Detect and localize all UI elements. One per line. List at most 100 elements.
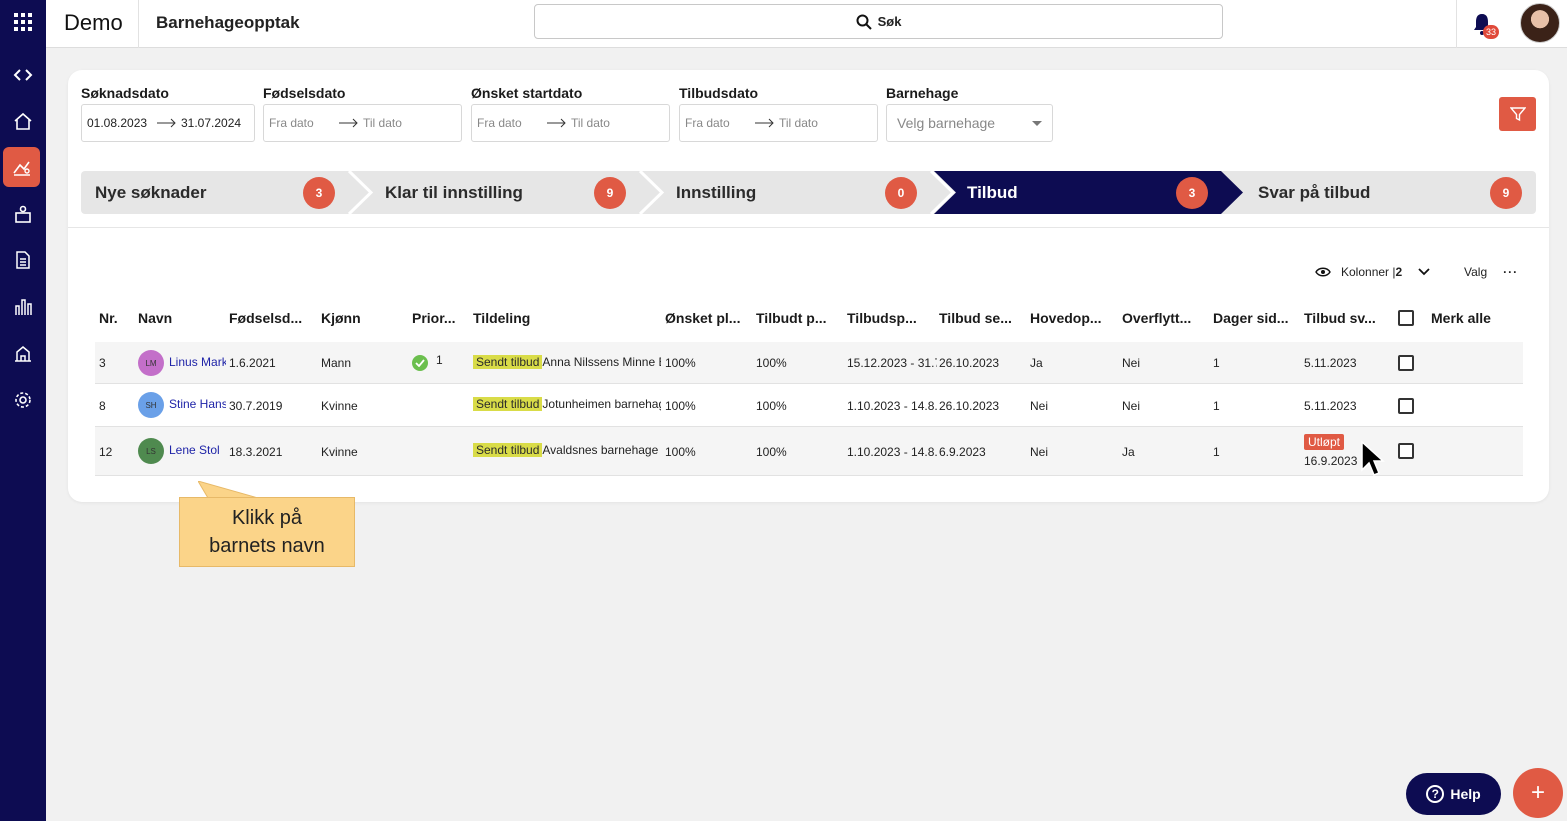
row-checkbox[interactable] xyxy=(1398,398,1414,414)
column-header[interactable]: Hovedop... xyxy=(1030,310,1112,326)
date-range-input[interactable]: Fra dato Til dato xyxy=(263,104,462,142)
options-label: Valg xyxy=(1464,265,1488,279)
search-icon xyxy=(856,14,872,30)
select-all-checkbox[interactable] xyxy=(1398,310,1414,326)
offered-percent: 100% xyxy=(756,445,787,459)
expand-nav-icon[interactable] xyxy=(0,55,46,95)
add-button[interactable]: + xyxy=(1513,768,1563,818)
eye-icon xyxy=(1315,267,1331,277)
filter-label: Ønsket startdato xyxy=(471,85,583,101)
kindergarten-admission-icon[interactable] xyxy=(3,147,40,187)
to-date[interactable]: 31.07.2024 xyxy=(181,116,241,130)
row-checkbox[interactable] xyxy=(1398,443,1414,459)
column-header[interactable]: Tilbudt p... xyxy=(756,310,838,326)
answer-deadline: 16.9.2023 xyxy=(1304,454,1358,468)
transfer: Ja xyxy=(1122,445,1135,459)
offer-period: 1.10.2023 - 14.8.2 xyxy=(847,445,937,459)
column-header[interactable]: Dager sid... xyxy=(1213,310,1295,326)
building-icon[interactable] xyxy=(0,333,46,373)
brand-name: Demo xyxy=(64,10,123,35)
from-date[interactable]: Fra dato xyxy=(685,116,755,130)
statistics-icon[interactable] xyxy=(0,287,46,327)
child-name-link[interactable]: Lene Stol xyxy=(169,443,226,457)
top-bar: Demo Barnehageopptak Søk 33 xyxy=(46,0,1567,48)
step-count-badge: 9 xyxy=(1490,177,1522,209)
child-name-link[interactable]: Stine Hansen xyxy=(169,397,226,411)
search-field[interactable]: Søk xyxy=(534,4,1223,39)
select-placeholder: Velg barnehage xyxy=(897,115,996,131)
offer-period: 1.10.2023 - 14.8.2 xyxy=(847,399,937,413)
column-header[interactable]: Fødselsd... xyxy=(229,310,309,326)
from-date[interactable]: 01.08.2023 xyxy=(87,116,157,130)
step-count-badge: 0 xyxy=(885,177,917,209)
home-icon[interactable] xyxy=(0,101,46,141)
to-date[interactable]: Til dato xyxy=(363,116,402,130)
child-avatar: LS xyxy=(138,438,164,464)
main-card: Søknadsdato 01.08.2023 31.07.2024 Fødsel… xyxy=(68,70,1549,502)
table-row[interactable]: 3 LM Linus Mark 1.6.2021 Mann 1 Sendt ti… xyxy=(95,342,1523,384)
offer-sent: 26.10.2023 xyxy=(939,356,1000,370)
column-header-select-all[interactable]: Merk alle xyxy=(1431,310,1511,326)
mouse-cursor-icon xyxy=(1361,440,1385,476)
left-navigation xyxy=(0,0,46,821)
offered-percent: 100% xyxy=(756,356,787,370)
date-range-input[interactable]: Fra dato Til dato xyxy=(679,104,878,142)
tooltip-callout: Klikk på barnets navn xyxy=(179,497,355,567)
question-icon: ? xyxy=(1426,785,1445,803)
from-date[interactable]: Fra dato xyxy=(477,116,547,130)
expired-badge: Utløpt xyxy=(1304,434,1345,450)
status-tag: Sendt tilbud xyxy=(473,443,543,457)
filter-label: Fødselsdato xyxy=(263,85,346,101)
apps-grid-icon[interactable] xyxy=(0,2,46,42)
kindergarten-select[interactable]: Velg barnehage xyxy=(886,104,1053,142)
child-name-link[interactable]: Linus Mark xyxy=(169,355,226,369)
filter-button[interactable] xyxy=(1499,97,1536,131)
column-header[interactable]: Tilbudsp... xyxy=(847,310,929,326)
chevron-down-icon[interactable] xyxy=(1418,268,1430,276)
arrow-right-icon xyxy=(547,118,566,128)
column-header[interactable]: Tilbud sv... xyxy=(1304,310,1386,326)
column-header[interactable]: Overflytt... xyxy=(1122,310,1204,326)
column-header[interactable]: Ønsket pl... xyxy=(665,310,747,326)
child-avatar: LM xyxy=(138,350,164,376)
date-range-input[interactable]: 01.08.2023 31.07.2024 xyxy=(81,104,255,142)
user-avatar[interactable] xyxy=(1520,3,1560,43)
columns-toggle[interactable]: Kolonner | 2 xyxy=(1315,265,1430,279)
filter-label: Søknadsdato xyxy=(81,85,169,101)
column-header[interactable]: Navn xyxy=(138,310,218,326)
child-avatar: SH xyxy=(138,392,164,418)
step-count-badge: 9 xyxy=(594,177,626,209)
settings-gear-icon[interactable] xyxy=(0,380,46,420)
column-header[interactable]: Tildeling xyxy=(473,310,593,326)
filter-funnel-icon xyxy=(1509,107,1526,122)
to-date[interactable]: Til dato xyxy=(779,116,818,130)
table-row[interactable]: 12 LS Lene Stol 18.3.2021 Kvinne Sendt t… xyxy=(95,427,1523,476)
divider xyxy=(68,227,1549,228)
to-date[interactable]: Til dato xyxy=(571,116,610,130)
date-range-input[interactable]: Fra dato Til dato xyxy=(471,104,670,142)
days-since: 1 xyxy=(1213,356,1220,370)
allocation: Sendt tilbud Avaldsnes barnehage xyxy=(473,443,661,457)
kindergarten-name: Jotunheimen barnehage xyxy=(542,397,661,411)
arrow-right-icon xyxy=(339,118,358,128)
column-header[interactable]: Nr. xyxy=(99,310,139,326)
column-header[interactable]: Tilbud se... xyxy=(939,310,1021,326)
row-checkbox[interactable] xyxy=(1398,355,1414,371)
offer-period: 15.12.2023 - 31.7.2 xyxy=(847,356,937,370)
help-button[interactable]: ? Help xyxy=(1406,773,1501,815)
step-label: Klar til innstilling xyxy=(385,183,523,202)
document-icon[interactable] xyxy=(0,240,46,280)
from-date[interactable]: Fra dato xyxy=(269,116,339,130)
children-icon[interactable] xyxy=(0,194,46,234)
table-row[interactable]: 8 SH Stine Hansen 30.7.2019 Kvinne Sendt… xyxy=(95,384,1523,427)
table-header: Nr. Navn Fødselsd... Kjønn Prior... Tild… xyxy=(95,302,1523,334)
arrow-right-icon xyxy=(157,118,176,128)
column-header[interactable]: Kjønn xyxy=(321,310,401,326)
allocation: Sendt tilbud Jotunheimen barnehage xyxy=(473,397,661,411)
days-since: 1 xyxy=(1213,399,1220,413)
filter-label: Barnehage xyxy=(886,85,959,101)
status-stepper: Nye søknader 3 Klar til innstilling 9 In… xyxy=(81,171,1536,214)
wish-percent: 100% xyxy=(665,445,696,459)
options-menu[interactable]: Valg ··· xyxy=(1464,265,1518,279)
status-tag: Sendt tilbud xyxy=(473,355,543,369)
